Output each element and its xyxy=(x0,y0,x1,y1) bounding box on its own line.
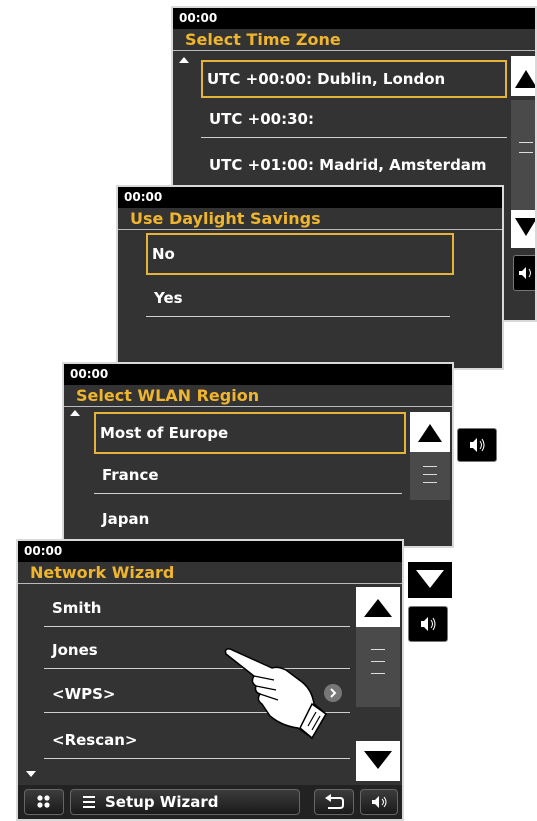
back-icon xyxy=(325,794,344,809)
volume-icon xyxy=(470,438,485,452)
scrollbar-track[interactable] xyxy=(511,100,535,210)
screen-title: Select Time Zone xyxy=(173,29,535,51)
scroll-up-icon xyxy=(364,599,392,617)
list-item-label: Yes xyxy=(154,289,183,307)
bottom-bar: Setup Wizard xyxy=(18,785,402,819)
list-item-label: <WPS> xyxy=(52,685,116,703)
network-screen: 00:00 Network Wizard Smith Jones <WPS> <… xyxy=(16,539,404,821)
volume-icon xyxy=(372,796,387,808)
daylight-screen: 00:00 Use Daylight Savings No Yes xyxy=(116,185,504,370)
scroll-down-button[interactable] xyxy=(356,741,400,781)
volume-button[interactable] xyxy=(457,428,497,462)
home-button[interactable] xyxy=(24,789,64,815)
list-item-label: UTC +00:00: Dublin, London xyxy=(207,70,446,88)
list-top-marker-icon xyxy=(70,410,80,416)
list-item-utc-0030[interactable]: UTC +00:30: xyxy=(201,100,507,138)
list-item-utc-0000[interactable]: UTC +00:00: Dublin, London xyxy=(201,60,507,98)
volume-icon xyxy=(519,267,531,279)
back-button[interactable] xyxy=(314,789,354,815)
list-item-label: No xyxy=(152,245,175,263)
list-top-marker-icon xyxy=(179,57,189,63)
list-item-france[interactable]: France xyxy=(94,456,402,494)
menu-icon xyxy=(83,796,95,808)
list-item-label: Smith xyxy=(52,599,102,617)
scroll-up-button[interactable] xyxy=(410,412,450,452)
list-item-label: UTC +01:00: Madrid, Amsterdam xyxy=(209,156,487,174)
volume-button[interactable] xyxy=(513,255,535,291)
scrollbar-track[interactable] xyxy=(356,627,400,707)
list-item-no[interactable]: No xyxy=(146,233,454,275)
list-item-most-of-europe[interactable]: Most of Europe xyxy=(94,412,406,454)
scroll-down-icon xyxy=(515,218,535,236)
scroll-down-button[interactable] xyxy=(511,210,535,248)
list-item-japan[interactable]: Japan xyxy=(94,500,402,538)
scroll-up-icon xyxy=(418,424,442,442)
clock: 00:00 xyxy=(18,541,402,562)
scroll-up-button[interactable] xyxy=(511,56,535,96)
pointing-hand-icon xyxy=(224,648,327,740)
volume-button[interactable] xyxy=(360,789,398,815)
list-item-label: UTC +00:30: xyxy=(209,110,314,128)
list-item-utc-0100[interactable]: UTC +01:00: Madrid, Amsterdam xyxy=(201,146,535,184)
scroll-up-icon xyxy=(515,70,535,88)
screen-title: Select WLAN Region xyxy=(64,385,452,407)
list-item-smith[interactable]: Smith xyxy=(44,589,350,627)
clock: 00:00 xyxy=(118,187,502,208)
list-item-label: Most of Europe xyxy=(100,424,229,442)
list-item-label: Japan xyxy=(102,510,150,528)
clock: 00:00 xyxy=(173,8,535,29)
setup-wizard-label: Setup Wizard xyxy=(105,793,219,811)
wlan-screen: 00:00 Select WLAN Region Most of Europe … xyxy=(62,362,454,548)
clock: 00:00 xyxy=(64,364,452,385)
screen-title: Network Wizard xyxy=(18,562,402,584)
scroll-up-button[interactable] xyxy=(356,587,400,627)
list-item-label: France xyxy=(102,466,159,484)
setup-wizard-button[interactable]: Setup Wizard xyxy=(70,789,300,815)
scroll-down-icon xyxy=(364,751,392,769)
scroll-down-icon xyxy=(416,570,444,588)
volume-button[interactable] xyxy=(408,606,448,642)
list-item-label: Jones xyxy=(52,641,98,659)
list-bottom-marker-icon xyxy=(26,771,36,777)
list-item-label: <Rescan> xyxy=(52,731,138,749)
scrollbar-track[interactable] xyxy=(410,452,450,500)
screen-title: Use Daylight Savings xyxy=(118,208,502,230)
volume-icon xyxy=(421,617,436,631)
list-item-yes[interactable]: Yes xyxy=(146,279,450,317)
scroll-down-button[interactable] xyxy=(408,562,452,598)
home-grid-icon xyxy=(37,795,50,808)
